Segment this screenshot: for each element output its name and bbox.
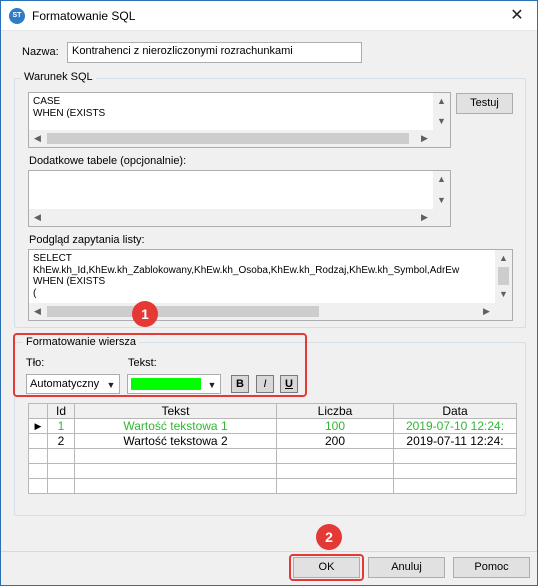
annotation-badge-1: 1	[132, 301, 158, 327]
query-preview-vscrollbar[interactable]: ▲ ▼	[495, 250, 512, 303]
test-button[interactable]: Testuj	[456, 93, 513, 114]
query-preview-editor[interactable]: SELECT KhEw.kh_Id,KhEw.kh_Zablokowany,Kh…	[28, 249, 513, 321]
grid-header-date[interactable]: Data	[393, 403, 517, 419]
sql-condition-vscrollbar[interactable]: ▲ ▼	[433, 93, 450, 130]
scroll-down-icon[interactable]: ▼	[495, 286, 512, 303]
grid-cell-number[interactable]: 100	[276, 418, 394, 434]
grid-cell-date[interactable]: 2019-07-10 12:24:	[393, 418, 517, 434]
grid-header-number[interactable]: Liczba	[276, 403, 394, 419]
scroll-right-icon[interactable]: ▶	[478, 303, 495, 320]
sql-condition-group-title: Warunek SQL	[21, 71, 96, 83]
scroll-left-icon[interactable]: ◀	[29, 303, 46, 320]
title-bar: ST Formatowanie SQL ✕	[1, 1, 537, 31]
scroll-thumb[interactable]	[47, 133, 409, 144]
grid-cell-date[interactable]: 2019-07-11 12:24:	[393, 433, 517, 449]
extra-tables-hscrollbar[interactable]: ◀ ▶	[29, 209, 433, 226]
window-title: Formatowanie SQL	[32, 9, 136, 23]
grid-cell-text[interactable]: Wartość tekstowa 2	[74, 433, 277, 449]
table-row[interactable]: ▶ 1 Wartość tekstowa 1 100 2019-07-10 12…	[28, 418, 517, 434]
table-row-empty	[28, 463, 517, 479]
extra-tables-text	[33, 174, 432, 209]
scroll-down-icon[interactable]: ▼	[433, 113, 450, 130]
grid-header-text[interactable]: Tekst	[74, 403, 277, 419]
close-icon[interactable]: ✕	[497, 1, 537, 31]
grid-header-indicator	[28, 403, 48, 419]
sql-condition-hscrollbar[interactable]: ◀ ▶	[29, 130, 433, 147]
preview-grid[interactable]: Id Tekst Liczba Data ▶ 1 Wartość tekstow…	[28, 403, 517, 494]
scroll-up-icon[interactable]: ▲	[495, 250, 512, 267]
highlight-box-ok	[289, 554, 364, 581]
query-preview-text: SELECT KhEw.kh_Id,KhEw.kh_Zablokowany,Kh…	[33, 253, 460, 299]
scroll-up-icon[interactable]: ▲	[433, 93, 450, 110]
extra-tables-label: Dodatkowe tabele (opcjonalnie):	[29, 155, 187, 167]
cancel-button[interactable]: Anuluj	[368, 557, 445, 578]
grid-cell-number[interactable]: 200	[276, 433, 394, 449]
table-row-empty	[28, 478, 517, 494]
grid-cell-id[interactable]: 1	[47, 418, 75, 434]
scroll-left-icon[interactable]: ◀	[29, 209, 46, 226]
dialog-window: ST Formatowanie SQL ✕ Nazwa: Kontrahenci…	[0, 0, 538, 586]
app-icon: ST	[9, 8, 25, 24]
footer-separator	[1, 551, 537, 552]
help-button[interactable]: Pomoc	[453, 557, 530, 578]
row-indicator-icon: ▶	[28, 418, 48, 434]
extra-tables-vscrollbar[interactable]: ▲ ▼	[433, 171, 450, 209]
sql-condition-editor[interactable]: CASE WHEN (EXISTS ▲ ▼ ◀ ▶	[28, 92, 451, 148]
scroll-thumb[interactable]	[47, 306, 319, 317]
table-row-empty	[28, 448, 517, 464]
extra-tables-editor[interactable]: ▲ ▼ ◀ ▶	[28, 170, 451, 227]
name-label: Nazwa:	[22, 46, 59, 58]
query-preview-label: Podgląd zapytania listy:	[29, 234, 145, 246]
grid-header-id[interactable]: Id	[47, 403, 75, 419]
scroll-up-icon[interactable]: ▲	[433, 171, 450, 188]
highlight-box-formatting	[13, 333, 307, 397]
sql-condition-text: CASE WHEN (EXISTS	[33, 96, 106, 119]
scroll-down-icon[interactable]: ▼	[433, 192, 450, 209]
grid-header-row: Id Tekst Liczba Data	[28, 403, 517, 419]
scroll-right-icon[interactable]: ▶	[416, 209, 433, 226]
scroll-left-icon[interactable]: ◀	[29, 130, 46, 147]
scroll-right-icon[interactable]: ▶	[416, 130, 433, 147]
table-row[interactable]: 2 Wartość tekstowa 2 200 2019-07-11 12:2…	[28, 433, 517, 449]
name-input[interactable]: Kontrahenci z nierozliczonymi rozrachunk…	[67, 42, 362, 63]
annotation-badge-2: 2	[316, 524, 342, 550]
query-preview-hscrollbar[interactable]: ◀ ▶	[29, 303, 495, 320]
row-indicator	[28, 433, 48, 449]
grid-cell-id[interactable]: 2	[47, 433, 75, 449]
scroll-thumb[interactable]	[498, 267, 509, 285]
grid-cell-text[interactable]: Wartość tekstowa 1	[74, 418, 277, 434]
